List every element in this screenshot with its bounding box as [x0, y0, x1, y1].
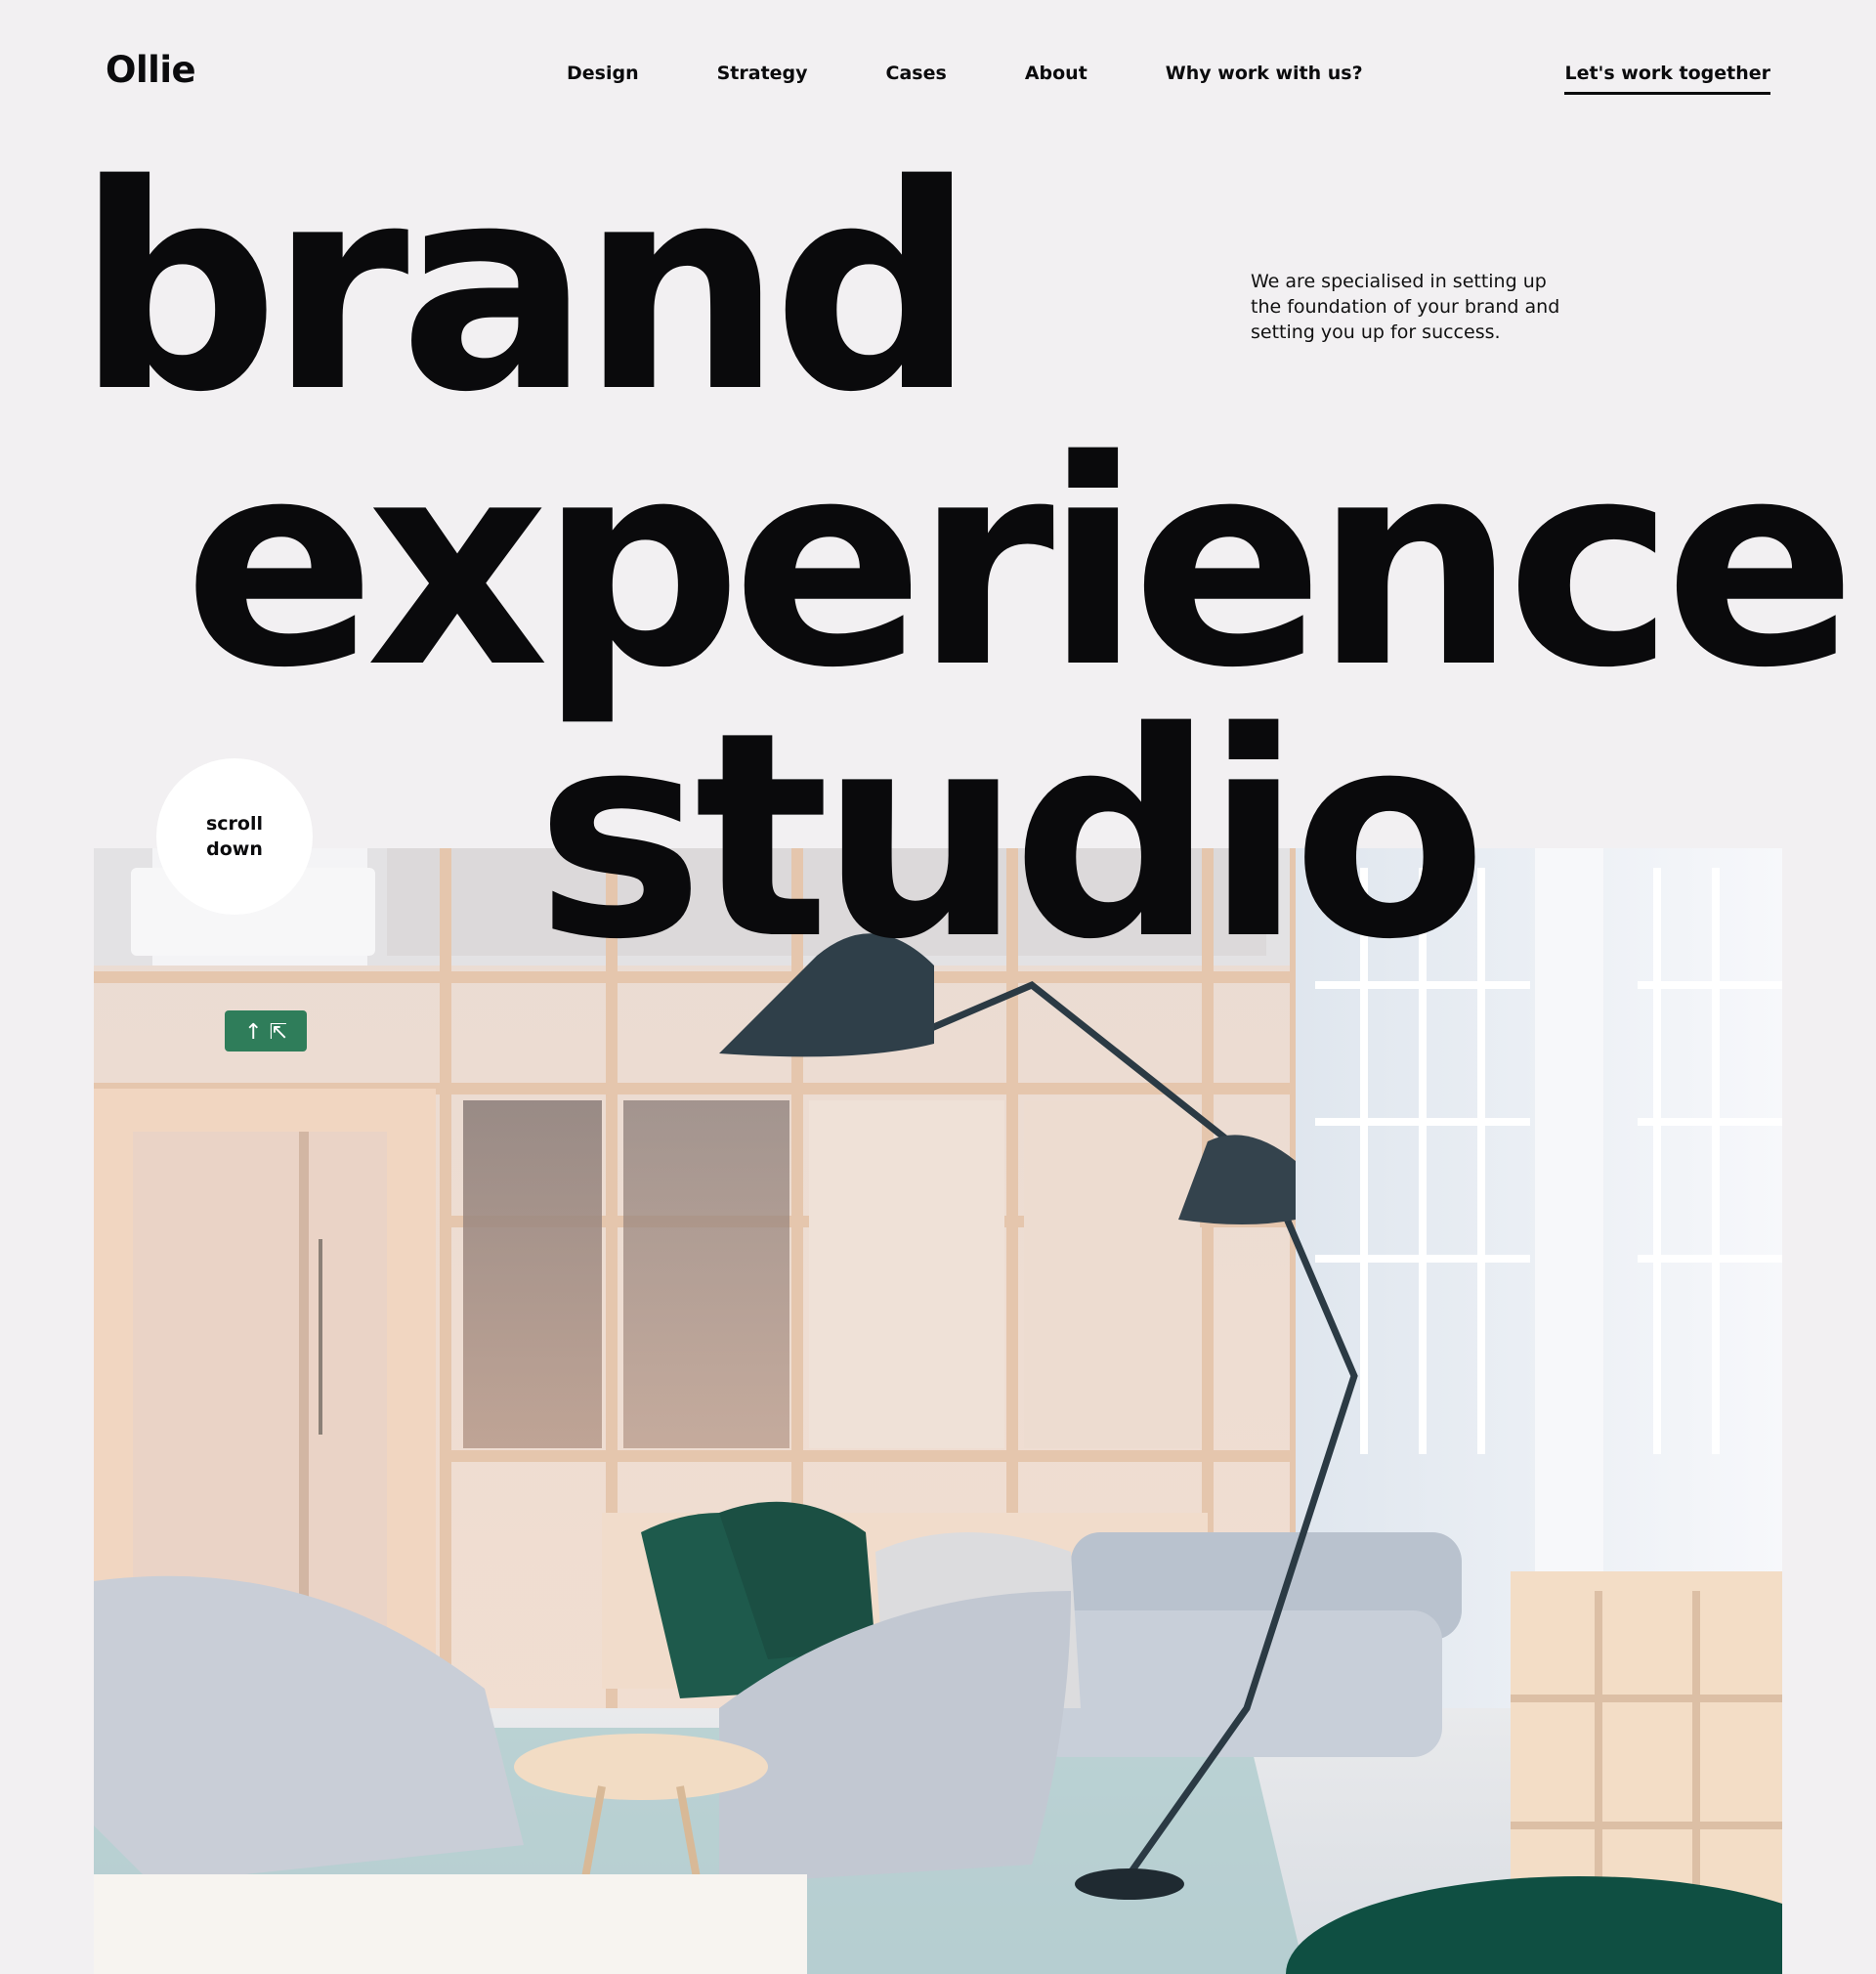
headline-line-studio: studio: [535, 672, 1487, 1002]
site-header: Ollie Design Strategy Cases About Why wo…: [0, 0, 1876, 137]
headline-line-brand: brand: [76, 125, 975, 454]
svg-text:↑ ⇱: ↑ ⇱: [244, 1020, 287, 1045]
scroll-down-button[interactable]: scroll down: [156, 758, 313, 915]
main-nav: Design Strategy Cases About Why work wit…: [567, 63, 1363, 84]
hero-office-image: ↑ ⇱: [94, 848, 1782, 1974]
headline-line-experience: experience: [184, 401, 1856, 730]
scroll-label-line-1: scroll: [205, 813, 264, 835]
work-together-link[interactable]: Let's work together: [1564, 63, 1770, 95]
nav-item-strategy[interactable]: Strategy: [717, 63, 808, 84]
nav-item-design[interactable]: Design: [567, 63, 639, 84]
nav-item-why-work-with-us[interactable]: Why work with us?: [1166, 63, 1363, 84]
intro-text: We are specialised in setting up the fou…: [1251, 271, 1560, 343]
scroll-label-line-2: down: [206, 838, 263, 860]
nav-item-cases[interactable]: Cases: [886, 63, 947, 84]
logo[interactable]: Ollie: [106, 49, 196, 91]
nav-item-about[interactable]: About: [1025, 63, 1087, 84]
